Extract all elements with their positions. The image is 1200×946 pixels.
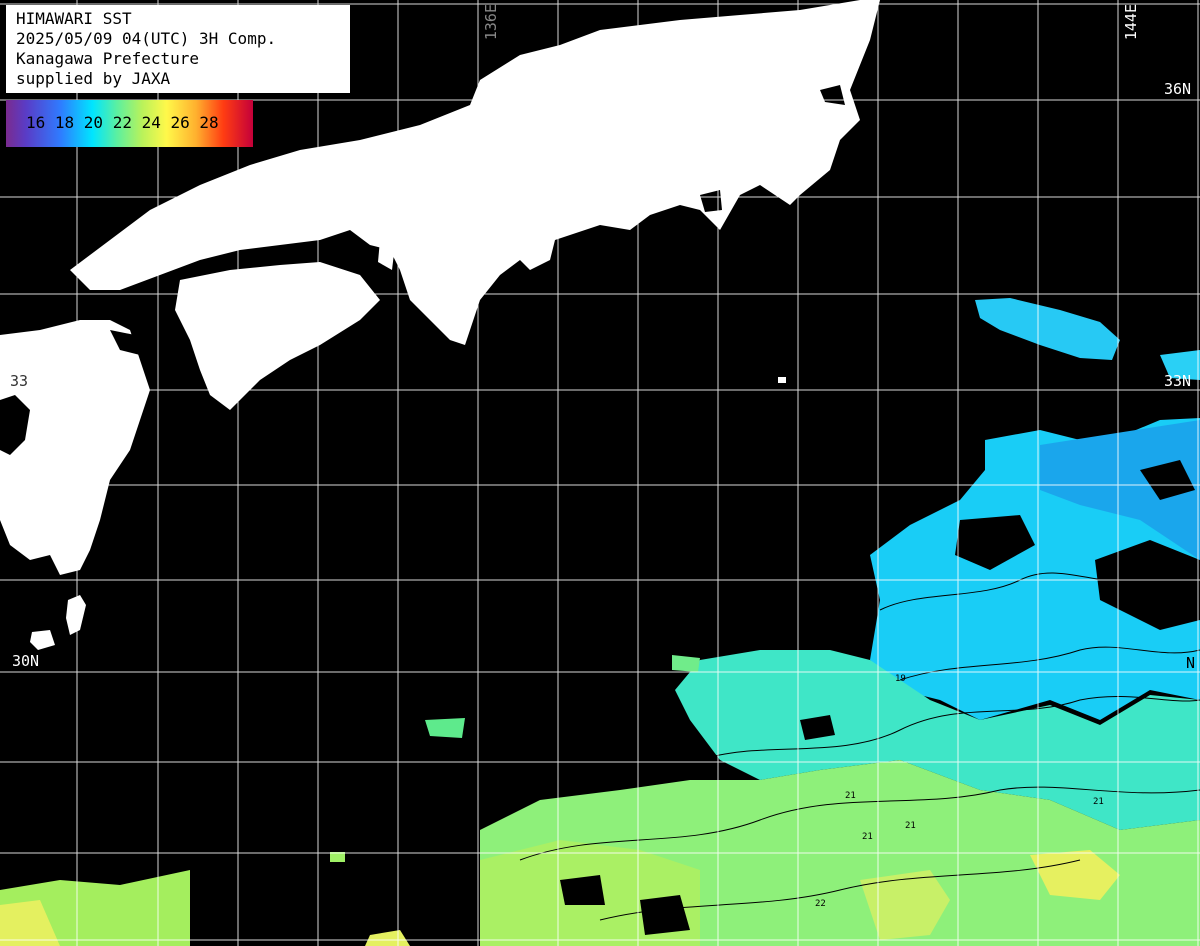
contour-label: 21: [1093, 797, 1104, 807]
datetime-line: 2025/05/09 04(UTC) 3H Comp.: [16, 29, 277, 48]
credit-line: supplied by JAXA: [16, 69, 171, 88]
contour-label: 21: [845, 791, 856, 801]
lon-label-136e: 136E: [482, 4, 500, 41]
title-line: HIMAWARI SST: [16, 9, 132, 28]
legend-labels: 16 18 20 22 24 26 28: [26, 113, 219, 132]
lat-label-36n: 36N: [1164, 80, 1192, 98]
lat-label-33n: 33N: [1164, 372, 1192, 390]
lat-label-30n-right: N: [1186, 654, 1196, 672]
color-legend: 16 18 20 22 24 26 28: [6, 100, 253, 147]
lat-label-33-left: 33: [10, 372, 29, 390]
contour-label: 21: [905, 821, 916, 831]
contour-label: 21: [862, 832, 873, 842]
contour-label: 22: [815, 899, 826, 909]
title-box: HIMAWARI SST 2025/05/09 04(UTC) 3H Comp.…: [6, 5, 350, 93]
region-line: Kanagawa Prefecture: [16, 49, 200, 68]
lon-label-144e: 144E: [1122, 4, 1140, 41]
contour-label: 19: [895, 674, 906, 684]
lat-label-30n: 30N: [12, 652, 40, 670]
